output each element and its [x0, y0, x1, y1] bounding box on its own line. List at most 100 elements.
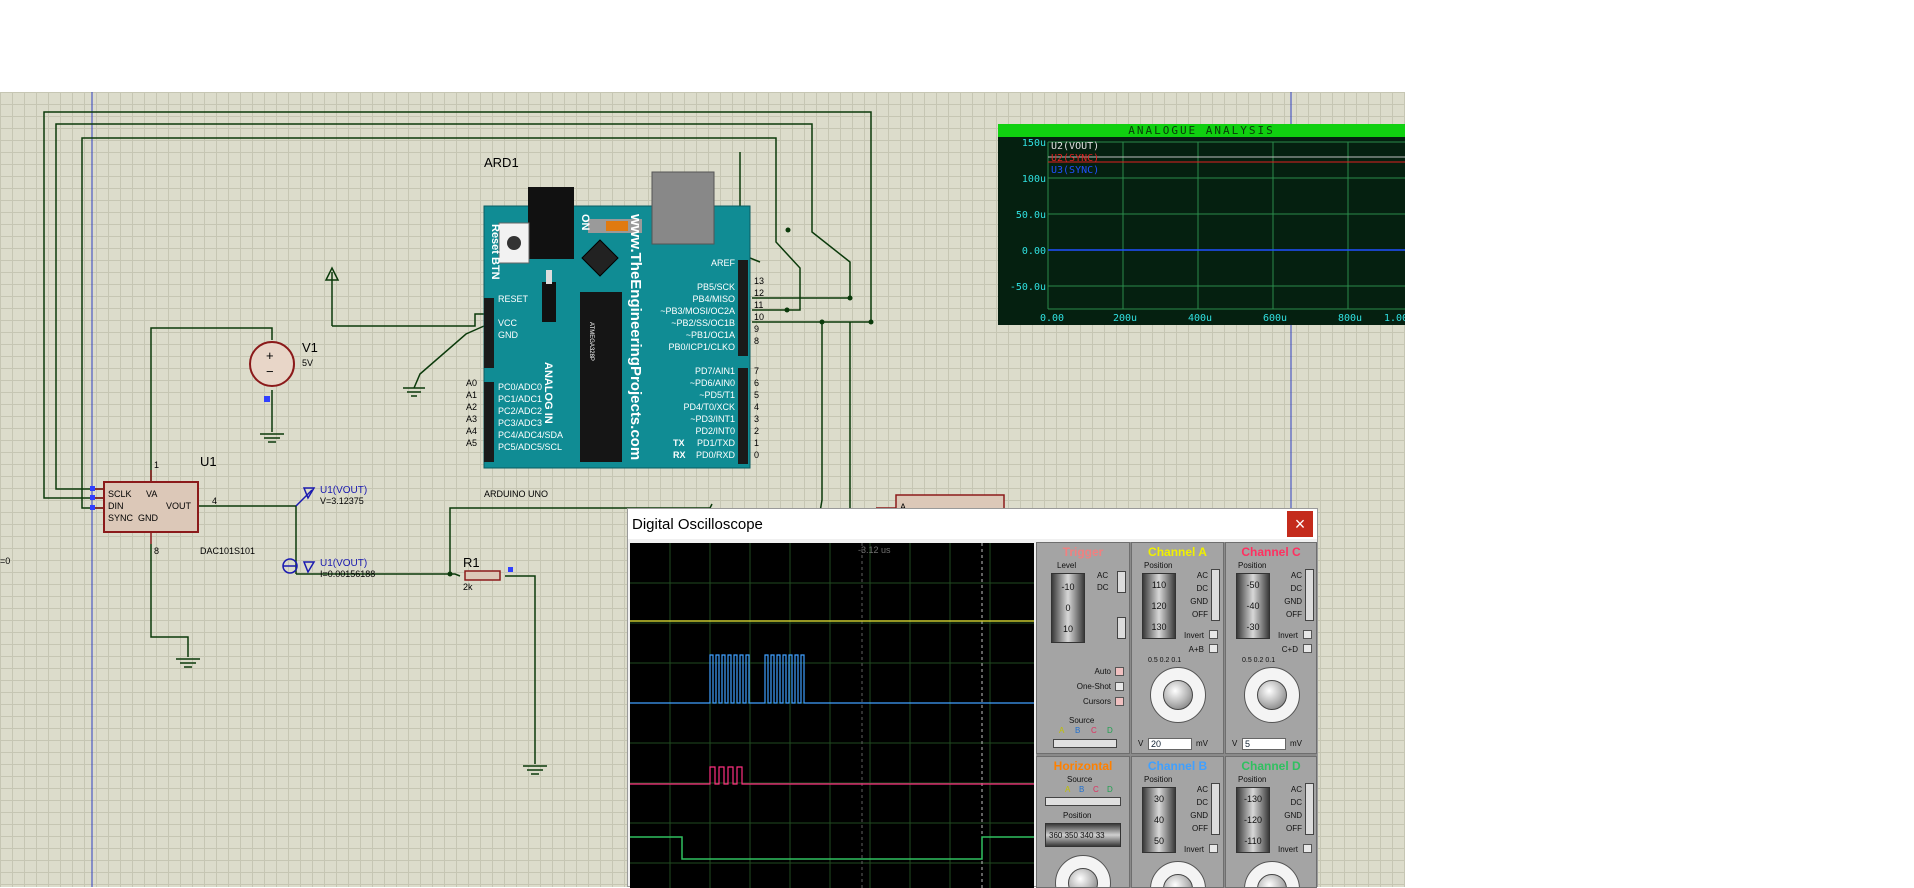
scope-grid — [630, 543, 1034, 888]
horizontal-source-d: D — [1107, 785, 1113, 794]
horizontal-position-scale: 360 350 340 33 — [1049, 831, 1105, 840]
channel-c-coupling-switch[interactable] — [1305, 569, 1314, 621]
arduino-num-10: 10 — [754, 312, 764, 322]
channel-d-invert-button[interactable] — [1303, 844, 1312, 853]
channel-c-invert-button[interactable] — [1303, 630, 1312, 639]
channel-d-ac: AC — [1290, 785, 1302, 794]
oscilloscope-titlebar[interactable]: Digital Oscilloscope × — [628, 509, 1317, 539]
arduino-pc4: PC4/ADC4/SDA — [498, 430, 563, 440]
r1-ref: R1 — [463, 555, 480, 570]
channel-d-coupling-switch[interactable] — [1305, 783, 1314, 835]
voltage-probe-icon[interactable] — [295, 487, 316, 507]
channel-b-wheel-bottom: 50 — [1153, 836, 1164, 846]
channel-c-wheel-bottom: -30 — [1246, 622, 1260, 632]
oscilloscope-window[interactable]: Digital Oscilloscope × -3.12 us Trigger … — [627, 508, 1318, 888]
channel-a-combine-button[interactable] — [1209, 644, 1218, 653]
horizontal-position-wheel[interactable]: 360 350 340 33 — [1045, 823, 1121, 847]
trigger-coupling-switch[interactable] — [1117, 571, 1126, 593]
graph-plot: U2(VOUT) U2(SYNC) U3(SYNC) 150u 100u 50.… — [1010, 138, 1405, 324]
arduino-right-nums-top: 13 12 11 10 9 8 — [754, 276, 764, 346]
channel-b-header: Channel B — [1147, 759, 1208, 773]
channel-b-invert-button[interactable] — [1209, 844, 1218, 853]
arduino-num-5: 5 — [754, 390, 759, 400]
channel-b-wheel-mid: 40 — [1153, 815, 1164, 825]
arduino-pc1: PC1/ADC1 — [498, 394, 542, 404]
channel-c-wheel-mid: -40 — [1246, 601, 1260, 611]
arduino-num-6: 6 — [754, 378, 759, 388]
channel-a-position-label: Position — [1144, 561, 1173, 570]
oscilloscope-screen[interactable]: -3.12 us — [630, 543, 1034, 888]
horizontal-timebase-dial[interactable] — [1055, 855, 1111, 887]
u1-pin-va: VA — [146, 489, 157, 499]
arduino-pin-pd3: ~PD3/INT1 — [690, 414, 735, 424]
channel-a-coupling-switch[interactable] — [1211, 569, 1220, 621]
x-tick-0: 0.00 — [1040, 313, 1064, 324]
channel-b-section: Channel B Position 30 40 50 AC DC GND OF… — [1131, 756, 1224, 888]
channel-a-invert-button[interactable] — [1209, 630, 1218, 639]
u1-pin-sclk: SCLK — [108, 489, 132, 499]
svg-text:−: − — [266, 364, 274, 379]
arduino-tx: TX — [673, 438, 685, 448]
channel-a-header: Channel A — [1148, 545, 1207, 559]
power-terminal[interactable] — [324, 266, 340, 292]
channel-c-combine: C+D — [1281, 645, 1298, 654]
channel-b-position-wheel[interactable]: 30 40 50 — [1142, 787, 1176, 853]
legend-u2-sync: U2(SYNC) — [1051, 153, 1099, 164]
channel-a-section: Channel A Position 110 120 130 AC DC GND… — [1131, 542, 1224, 754]
channel-d-invert: Invert — [1277, 845, 1298, 854]
current-probe-label: U1(VOUT) — [320, 558, 367, 569]
y-tick-100u: 100u — [1022, 174, 1046, 185]
channel-c-position-wheel[interactable]: -50 -40 -30 — [1236, 573, 1270, 639]
channel-d-gnd: GND — [1284, 811, 1302, 820]
horizontal-source-slider[interactable] — [1045, 797, 1121, 806]
analogue-analysis-graph[interactable]: ANALOGUE ANALYSIS U2(VOUT) U2(SYNC) U3(S… — [998, 124, 1405, 325]
x-tick-1: 1.00 — [1384, 313, 1405, 324]
horizontal-header: Horizontal — [1053, 759, 1113, 773]
channel-a-wheel-bottom: 130 — [1151, 622, 1167, 632]
channel-a-volts-value[interactable]: 20 — [1148, 738, 1192, 750]
trigger-source-c: C — [1091, 726, 1097, 735]
u1-pin-num-bottom: 8 — [154, 546, 159, 556]
current-probe-icon[interactable] — [282, 558, 316, 574]
trigger-cursors-button[interactable] — [1115, 697, 1124, 706]
close-button[interactable]: × — [1287, 511, 1313, 537]
horizontal-source-a: A — [1065, 785, 1071, 794]
trigger-cursors: Cursors — [1082, 697, 1111, 706]
trigger-edge-switch[interactable] — [1117, 617, 1126, 639]
trigger-level-wheel[interactable]: -10 0 10 — [1051, 573, 1085, 643]
trigger-source-slider[interactable] — [1053, 739, 1117, 748]
r1-value: 2k — [463, 582, 473, 592]
channel-d-position-label: Position — [1238, 775, 1267, 784]
arduino-a2: A2 — [466, 402, 477, 412]
trigger-dc: DC — [1097, 583, 1109, 592]
channel-c-wheel-top: -50 — [1246, 580, 1260, 590]
channel-a-position-wheel[interactable]: 110 120 130 — [1142, 573, 1176, 639]
arduino-analog-left: A0 A1 A2 A3 A4 A5 — [466, 378, 477, 448]
trigger-auto-button[interactable] — [1115, 667, 1124, 676]
channel-a-combine: A+B — [1188, 645, 1204, 654]
trace-channel-c — [630, 766, 1034, 785]
channel-c-volts-dial[interactable] — [1244, 667, 1300, 723]
channel-b-volts-dial[interactable] — [1150, 861, 1206, 887]
arduino-pin-pd4: PD4/T0/XCK — [683, 402, 735, 412]
arduino-pc3: PC3/ADC3 — [498, 418, 542, 428]
legend-u3-sync: U3(SYNC) — [1051, 165, 1099, 176]
channel-c-volts-value[interactable]: 5 — [1242, 738, 1286, 750]
channel-d-volts-dial[interactable] — [1244, 861, 1300, 887]
graph-x-ticks: 0.00 200u 400u 600u 800u 1.00 — [1040, 313, 1405, 324]
trigger-one-shot: One-Shot — [1076, 682, 1111, 691]
channel-b-coupling-switch[interactable] — [1211, 783, 1220, 835]
trigger-one-shot-button[interactable] — [1115, 682, 1124, 691]
arduino-analog-in: ANALOG IN — [542, 362, 554, 424]
oscilloscope-control-panel: Trigger Level -10 0 10 AC DC Auto One-Sh… — [1036, 542, 1317, 888]
arduino-a5: A5 — [466, 438, 477, 448]
channel-a-wheel-top: 110 — [1151, 580, 1167, 590]
channel-b-off: OFF — [1192, 824, 1208, 833]
arduino-a0: A0 — [466, 378, 477, 388]
channel-d-position-wheel[interactable]: -130 -120 -110 — [1236, 787, 1270, 853]
channel-a-volts-dial[interactable] — [1150, 667, 1206, 723]
arduino-pin-pd7: PD7/AIN1 — [695, 366, 735, 376]
arduino-a1: A1 — [466, 390, 477, 400]
channel-c-combine-button[interactable] — [1303, 644, 1312, 653]
arduino-pin-pb3: ~PB3/MOSI/OC2A — [660, 306, 735, 316]
